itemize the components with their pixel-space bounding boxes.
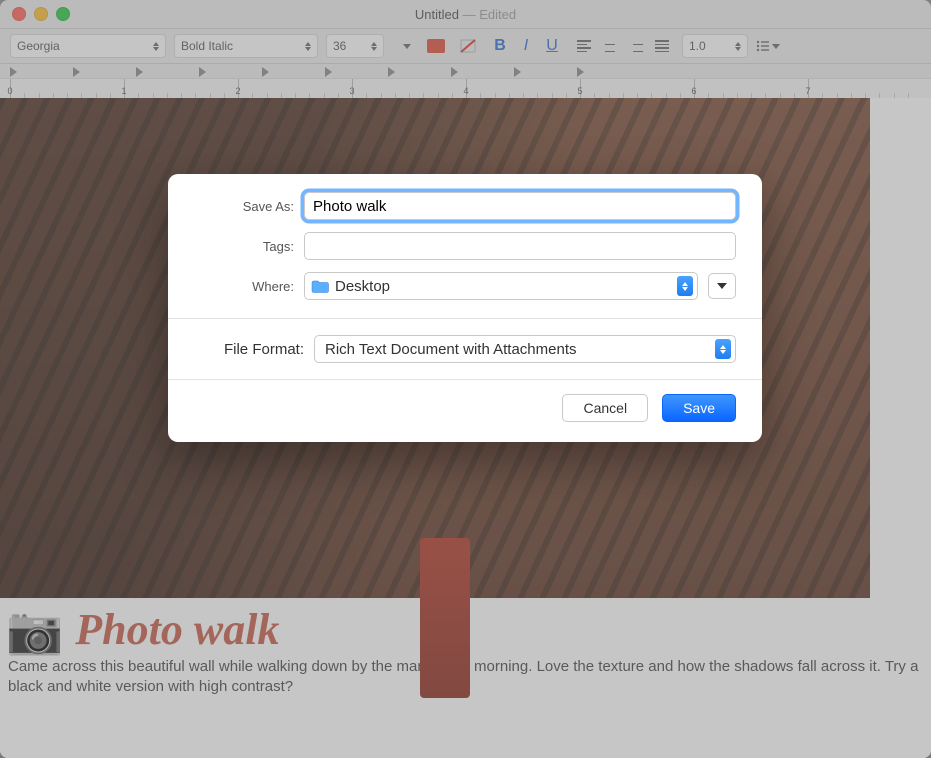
expand-save-panel-button[interactable] <box>708 273 736 299</box>
save-sheet: Save As: Tags: Where: Desktop <box>168 174 762 442</box>
file-format-value: Rich Text Document with Attachments <box>325 341 715 358</box>
popup-arrows-icon <box>715 339 731 359</box>
app-window: Untitled — Edited Georgia Bold Italic 36… <box>0 0 931 758</box>
chevron-down-icon <box>717 283 727 289</box>
save-button[interactable]: Save <box>662 394 736 422</box>
where-value: Desktop <box>335 278 677 295</box>
file-format-label: File Format: <box>194 341 304 358</box>
tags-label: Tags: <box>194 239 294 254</box>
save-as-input[interactable] <box>304 192 736 220</box>
popup-arrows-icon <box>677 276 693 296</box>
folder-icon <box>311 279 329 293</box>
where-popup[interactable]: Desktop <box>304 272 698 300</box>
save-as-label: Save As: <box>194 199 294 214</box>
cancel-button[interactable]: Cancel <box>562 394 648 422</box>
where-label: Where: <box>194 279 294 294</box>
tags-input[interactable] <box>304 232 736 260</box>
file-format-popup[interactable]: Rich Text Document with Attachments <box>314 335 736 363</box>
